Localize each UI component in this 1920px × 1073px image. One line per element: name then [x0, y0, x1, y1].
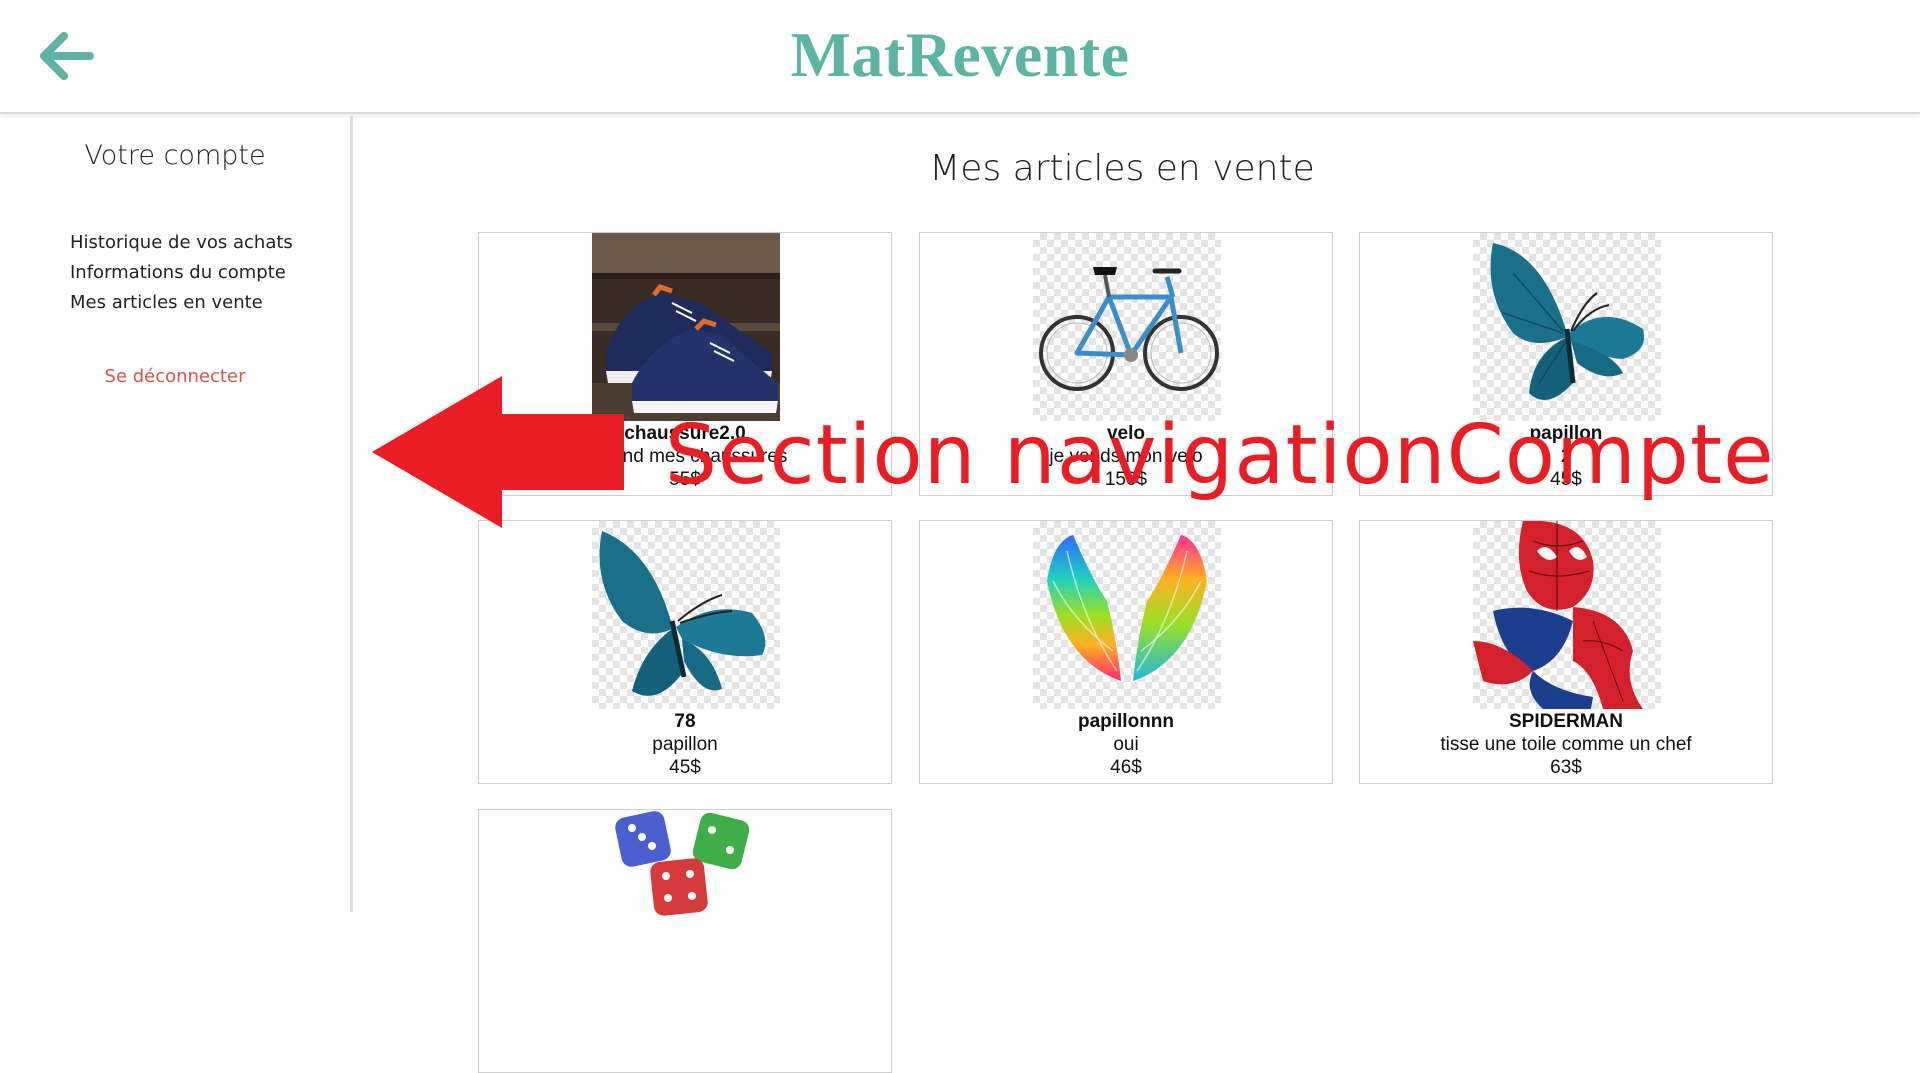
article-description: oui — [1113, 734, 1139, 755]
article-price: 63$ — [1550, 757, 1582, 778]
bicycle-image — [1033, 233, 1221, 421]
site-title[interactable]: MatRevente — [0, 18, 1920, 92]
article-card[interactable]: SPIDERMAN tisse une toile comme un chef … — [1359, 520, 1773, 784]
article-card[interactable]: papillonnn oui 46$ — [919, 520, 1333, 784]
spiderman-image — [1473, 521, 1661, 709]
arrow-left-big-icon — [372, 376, 624, 528]
article-card[interactable]: 78 papillon 45$ — [478, 520, 892, 784]
annotation-label: Section navigationCompte — [665, 408, 1775, 503]
butterfly-image — [1473, 233, 1661, 421]
sidebar-title: Votre compte — [84, 140, 266, 171]
nav-item-account-info[interactable]: Informations du compte — [70, 258, 293, 288]
article-name: 78 — [674, 711, 696, 732]
nav-item-my-articles[interactable]: Mes articles en vente — [70, 288, 293, 318]
logout-link[interactable]: Se déconnecter — [0, 366, 350, 387]
article-description: papillon — [652, 734, 718, 755]
rainbow-wings-image — [1033, 521, 1221, 709]
article-price: 45$ — [669, 757, 701, 778]
article-description: tisse une toile comme un chef — [1440, 734, 1692, 755]
account-nav: Historique de vos achats Informations du… — [70, 228, 293, 318]
nav-item-purchase-history[interactable]: Historique de vos achats — [70, 228, 293, 258]
article-name: papillonnn — [1077, 711, 1175, 732]
account-sidebar: Votre compte Historique de vos achats In… — [0, 116, 353, 912]
dice-image — [592, 810, 780, 998]
header: MatRevente — [0, 0, 1920, 114]
article-price: 46$ — [1110, 757, 1142, 778]
page-title: Mes articles en vente — [929, 148, 1315, 189]
article-card[interactable] — [478, 809, 892, 1073]
article-name: SPIDERMAN — [1508, 711, 1623, 732]
butterfly-image — [592, 521, 780, 709]
